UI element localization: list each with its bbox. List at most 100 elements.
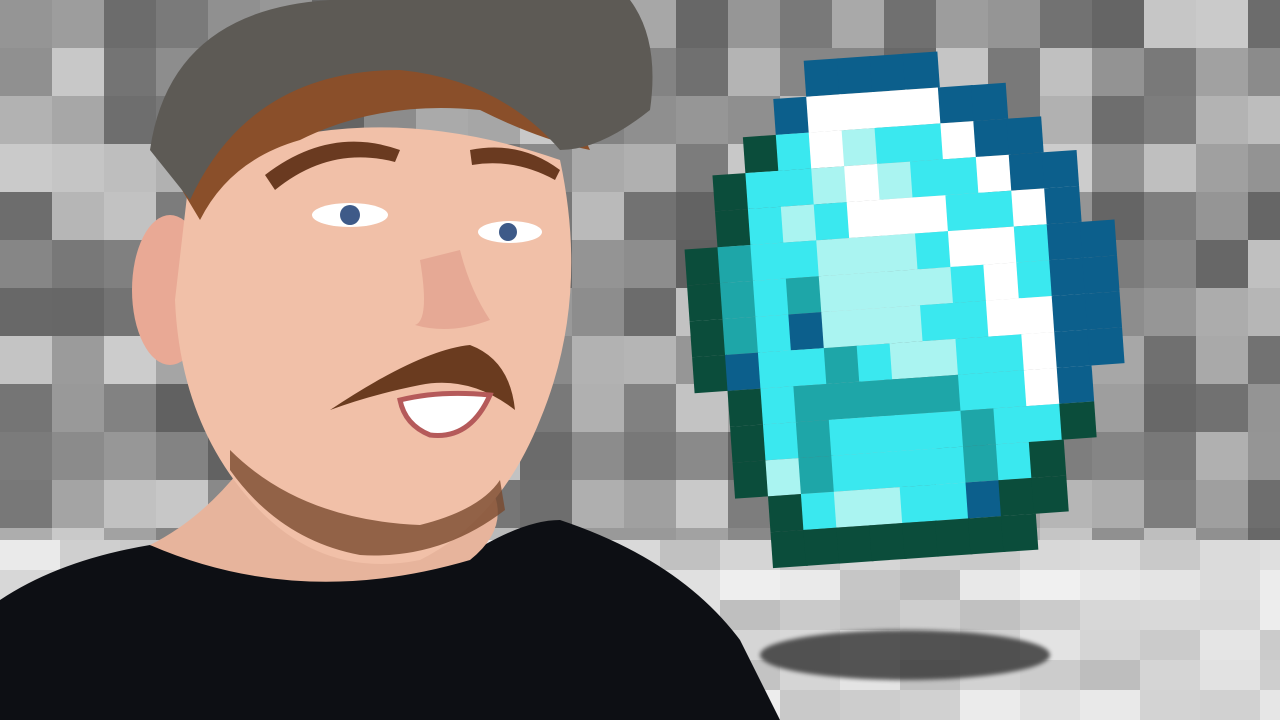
floor-tile xyxy=(1080,660,1140,690)
stone-block xyxy=(832,0,884,48)
stone-block xyxy=(1196,144,1248,192)
diamond-pixel xyxy=(990,370,1029,409)
stone-block xyxy=(988,0,1040,48)
diamond-pixel xyxy=(975,154,1014,193)
diamond-pixel xyxy=(970,82,1009,122)
floor-tile xyxy=(1020,570,1080,600)
diamond-pixel xyxy=(1044,185,1082,225)
floor-tile xyxy=(1140,630,1200,660)
diamond-pixel xyxy=(813,201,852,241)
floor-tile xyxy=(900,690,960,720)
floor-tile xyxy=(960,600,1020,630)
stone-block xyxy=(1248,240,1280,288)
diamond-pixel xyxy=(795,419,834,459)
diamond-pixel xyxy=(998,477,1036,517)
diamond-pixel xyxy=(983,262,1021,301)
diamond-pixel xyxy=(861,415,900,454)
stone-block xyxy=(1248,144,1280,192)
floor-tile xyxy=(1200,570,1260,600)
stone-block xyxy=(1144,384,1196,432)
diamond-pixel xyxy=(836,56,875,95)
stone-block xyxy=(1248,384,1280,432)
diamond-pixel xyxy=(864,451,902,490)
diamond-pixel xyxy=(818,273,857,313)
floor-tile xyxy=(1020,690,1080,720)
stone-block xyxy=(1092,48,1144,96)
diamond-pixel xyxy=(882,233,920,272)
diamond-pixel xyxy=(826,381,864,420)
diamond-pixel xyxy=(902,520,940,559)
diamond-pixel xyxy=(816,237,854,277)
floor-tile xyxy=(1140,540,1200,570)
floor-tile xyxy=(1080,600,1140,630)
diamond-pixel xyxy=(960,408,998,447)
stone-block xyxy=(1092,384,1144,432)
diamond-pixel xyxy=(993,405,1031,445)
floor-tile xyxy=(1080,630,1140,660)
floor-tile xyxy=(1260,660,1280,690)
diamond-pixel xyxy=(897,448,935,488)
diamond-pixel xyxy=(1026,403,1064,443)
stone-block xyxy=(1248,336,1280,384)
diamond-pixel xyxy=(800,491,839,530)
stone-block xyxy=(1144,192,1196,240)
floor-tile xyxy=(1020,600,1080,630)
diamond-pixel xyxy=(988,334,1026,373)
diamond-pixel xyxy=(828,417,867,456)
diamond-pixel xyxy=(1041,149,1080,189)
diamond-pixel xyxy=(872,89,910,129)
floor-tile xyxy=(1140,660,1200,690)
diamond-pixel xyxy=(935,518,973,557)
diamond-pixel xyxy=(968,516,1006,555)
diamond-pixel xyxy=(803,527,841,566)
diamond-pixel xyxy=(894,412,933,452)
diamond-pixel xyxy=(854,307,892,346)
diamond-pixel xyxy=(1059,401,1097,440)
person xyxy=(0,0,780,720)
stone-block xyxy=(1248,96,1280,144)
stone-block xyxy=(1196,192,1248,240)
stone-block xyxy=(1248,432,1280,480)
diamond-pixel xyxy=(1028,439,1067,478)
stone-block xyxy=(1040,0,1092,48)
floor-tile xyxy=(1260,540,1280,570)
diamond-pixel xyxy=(889,341,928,380)
floor-tile xyxy=(840,690,900,720)
diamond-pixel xyxy=(869,53,907,93)
floor-tile xyxy=(1200,540,1260,570)
floor-tile xyxy=(1140,690,1200,720)
diamond-pixel xyxy=(1023,367,1062,407)
diamond-pixel xyxy=(841,127,880,167)
diamond-pixel xyxy=(839,91,877,131)
diamond-pixel xyxy=(869,522,907,562)
diamond-pixel xyxy=(1000,513,1039,553)
diamond-pixel xyxy=(1011,188,1049,227)
stone-block xyxy=(1196,96,1248,144)
diamond-pixel xyxy=(836,525,874,564)
diamond-pixel xyxy=(1021,331,1059,371)
stone-block xyxy=(884,0,936,48)
stone-block xyxy=(1092,0,1144,48)
diamond-pixel xyxy=(995,441,1034,481)
stone-block xyxy=(1144,96,1196,144)
diamond-pixel xyxy=(1013,224,1052,263)
diamond-pixel xyxy=(1018,295,1057,335)
diamond-pixel xyxy=(1084,291,1123,330)
diamond-pixel xyxy=(859,379,897,418)
stone-block xyxy=(1248,0,1280,48)
stone-block xyxy=(1092,96,1144,144)
diamond-pixel xyxy=(823,345,862,385)
diamond-pixel xyxy=(833,489,872,528)
floor-tile xyxy=(1140,570,1200,600)
diamond-pixel xyxy=(846,199,885,239)
stone-block xyxy=(1196,0,1248,48)
stone-block xyxy=(1144,480,1196,528)
diamond-pixel xyxy=(1051,293,1090,332)
diamond-pixel xyxy=(942,156,981,196)
diamond-pixel xyxy=(930,446,968,485)
stone-block xyxy=(1248,480,1280,528)
diamond-pixel xyxy=(821,309,859,349)
floor-tile xyxy=(1200,600,1260,630)
diamond-pixel xyxy=(1082,255,1120,294)
diamond-pixel xyxy=(945,192,983,232)
